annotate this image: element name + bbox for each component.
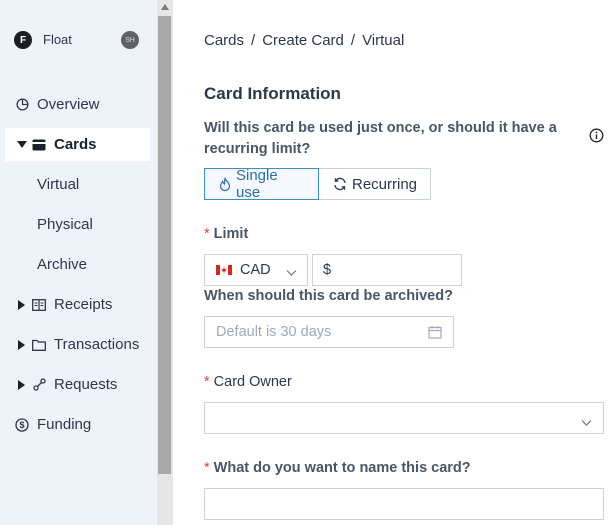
card-name-input[interactable] [204,488,604,520]
sidebar: F Float SH Overview Cards Virtual Physic… [0,0,157,525]
info-icon[interactable] [589,128,604,148]
refresh-icon [334,177,346,191]
breadcrumb: Cards / Create Card / Virtual [204,32,404,49]
link-icon [32,378,46,392]
currency-code: CAD [240,262,271,278]
caret-right-icon [16,379,28,390]
sidebar-item-label: Requests [54,376,118,393]
breadcrumb-cards[interactable]: Cards [204,32,244,49]
sidebar-item-label: Overview [37,96,100,113]
sidebar-item-overview[interactable]: Overview [5,88,150,121]
single-use-button[interactable]: Single use [204,167,319,201]
card-owner-select[interactable] [204,402,604,434]
folder-icon [32,338,46,352]
card-owner-label-text: Card Owner [213,374,292,390]
amount-prefix: $ [323,262,332,278]
card-owner-label: * Card Owner [204,374,292,390]
sidebar-item-label: Funding [37,416,92,433]
single-use-label: Single use [235,167,278,201]
canada-flag-icon [216,265,232,275]
sidebar-item-funding[interactable]: $ Funding [5,408,150,441]
scroll-up-arrow-icon[interactable] [161,4,169,10]
currency-select[interactable]: CAD [204,254,308,286]
sidebar-item-label: Receipts [54,296,113,313]
chevron-down-icon [581,414,592,432]
sidebar-subitem-archive[interactable]: Archive [37,256,87,273]
sidebar-item-requests[interactable]: Requests [5,368,150,401]
recurring-label: Recurring [352,175,418,193]
receipt-icon [32,298,46,312]
sidebar-scrollbar[interactable] [157,0,173,525]
scrollbar-thumb[interactable] [158,16,171,474]
dollar-circle-icon: $ [15,417,29,432]
limit-label: * Limit [204,226,248,242]
section-title: Card Information [204,84,341,103]
required-marker: * [204,374,210,390]
brand-name: Float [43,32,72,47]
archive-question: When should this card be archived? [204,288,453,304]
card-name-label-text: What do you want to name this card? [213,460,471,476]
card-icon [32,138,46,152]
breadcrumb-separator: / [350,32,356,49]
sidebar-item-receipts[interactable]: Receipts [5,288,150,321]
breadcrumb-virtual: Virtual [362,32,405,49]
limit-amount-input[interactable]: $ [312,254,462,286]
card-name-label: * What do you want to name this card? [204,460,471,476]
brand-logo: F [14,31,32,49]
sidebar-subitem-virtual[interactable]: Virtual [37,176,79,193]
sidebar-item-label: Cards [54,136,97,153]
recurring-button[interactable]: Recurring [319,168,431,200]
sidebar-item-cards[interactable]: Cards [5,128,150,161]
required-marker: * [204,226,210,242]
brand[interactable]: F Float SH [14,31,139,49]
usage-question: Will this card be used just once, or sho… [204,120,557,157]
sidebar-subitem-physical[interactable]: Physical [37,216,93,233]
breadcrumb-create-card[interactable]: Create Card [262,32,344,49]
chevron-down-icon [286,265,297,281]
archive-date-input[interactable]: Default is 30 days [204,316,454,348]
flame-icon [219,177,231,191]
main-content: Cards / Create Card / Virtual Card Informati… [173,0,612,525]
avatar[interactable]: SH [121,31,139,49]
caret-right-icon [16,299,28,310]
caret-right-icon [16,339,28,350]
limit-label-text: Limit [213,226,249,242]
pie-chart-icon [15,98,29,112]
breadcrumb-separator: / [251,32,256,49]
usage-toggle-group: Single use Recurring [204,167,431,201]
caret-down-icon [16,140,28,149]
calendar-icon[interactable] [428,325,442,343]
sidebar-item-transactions[interactable]: Transactions [5,328,150,361]
archive-date-placeholder: Default is 30 days [216,324,332,340]
svg-text:$: $ [19,420,24,430]
required-marker: * [204,460,210,476]
sidebar-item-label: Transactions [54,336,140,353]
